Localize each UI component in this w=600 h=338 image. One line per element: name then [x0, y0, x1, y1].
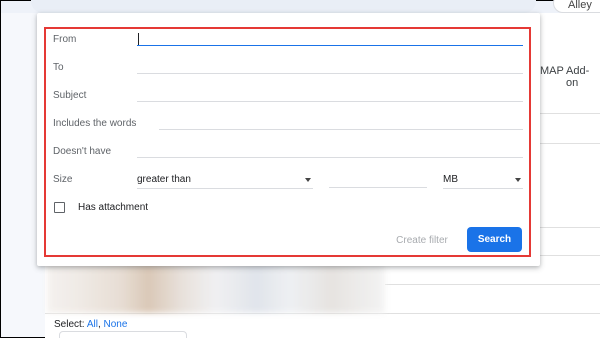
tab-add-ons[interactable]: Add-on: [566, 65, 599, 89]
from-label: From: [53, 34, 77, 45]
has-attachment-checkbox[interactable]: [54, 202, 65, 213]
dropdown-arrow-icon: [305, 178, 311, 182]
size-unit-select[interactable]: MB: [443, 173, 523, 189]
select-none-link[interactable]: None: [104, 319, 128, 330]
search-options-dialog: [37, 13, 540, 266]
size-unit-value: MB: [443, 174, 458, 185]
size-comparator-select[interactable]: greater than: [137, 173, 313, 189]
text-cursor: [138, 33, 139, 45]
to-field[interactable]: [137, 58, 523, 74]
doesnt-have-field[interactable]: [137, 142, 523, 158]
divider: [540, 113, 600, 114]
divider: [540, 227, 600, 228]
includes-words-label: Includes the words: [53, 118, 137, 129]
subject-label: Subject: [53, 90, 87, 101]
has-attachment-label: Has attachment: [78, 202, 149, 213]
divider: [540, 143, 600, 144]
size-label: Size: [53, 174, 73, 185]
size-comparator-value: greater than: [137, 174, 191, 185]
blurred-message-preview: [47, 263, 385, 313]
bottom-control[interactable]: [59, 331, 187, 338]
doesnt-have-label: Doesn't have: [53, 146, 112, 157]
divider: [45, 313, 600, 314]
search-bar[interactable]: [31, 0, 536, 13]
subject-field[interactable]: [137, 86, 523, 102]
search-button[interactable]: Search: [467, 227, 522, 252]
select-links: Select: All, None: [54, 319, 128, 330]
to-label: To: [53, 62, 64, 73]
dropdown-arrow-icon: [515, 178, 521, 182]
account-button[interactable]: Alley: [553, 0, 600, 13]
account-button-label: Alley: [568, 0, 592, 11]
create-filter-button[interactable]: Create filter: [387, 232, 457, 250]
from-field[interactable]: [137, 30, 523, 46]
select-all-link[interactable]: All: [87, 319, 98, 330]
divider: [540, 255, 600, 256]
includes-words-field[interactable]: [159, 114, 523, 130]
select-prefix: Select:: [54, 319, 85, 330]
size-value-field[interactable]: [329, 172, 427, 188]
tab-map[interactable]: MAP: [540, 65, 564, 77]
divider: [385, 284, 600, 285]
